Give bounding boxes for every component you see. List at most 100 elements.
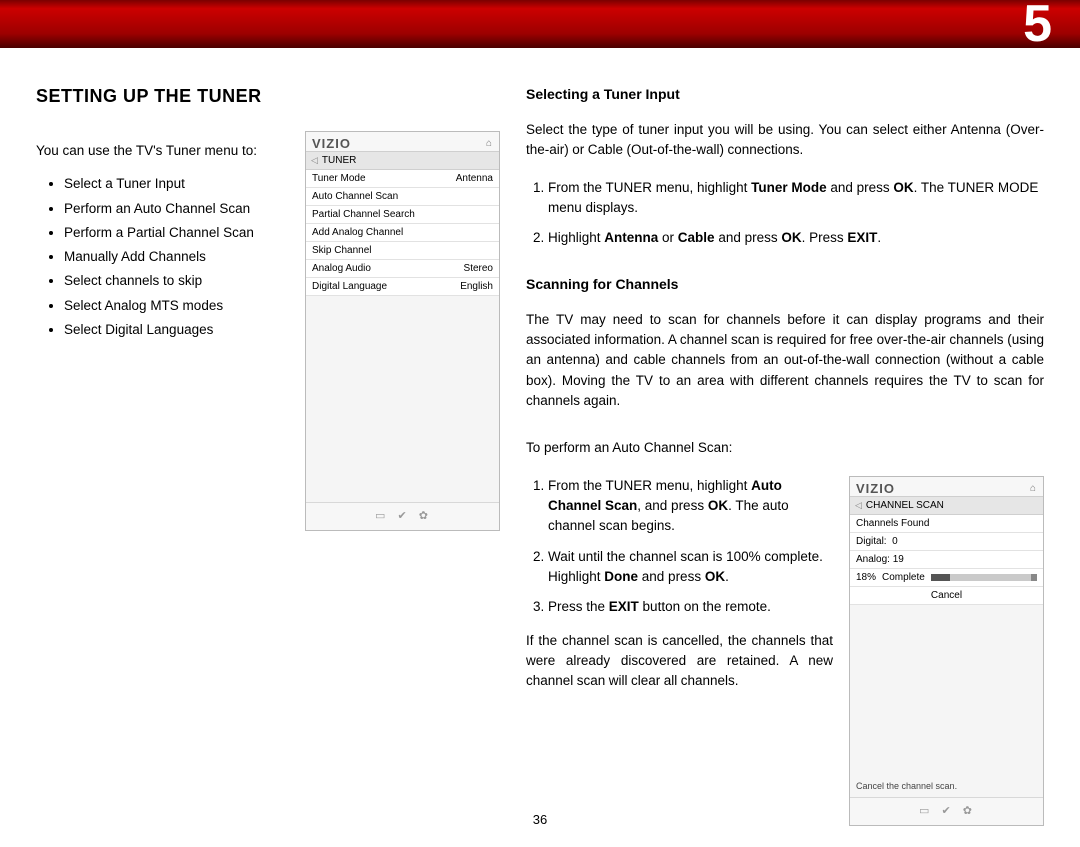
- row-label: Analog: 19: [856, 554, 904, 565]
- left-column: Setting Up the Tuner You can use the TV'…: [36, 78, 526, 798]
- page-body: Setting Up the Tuner You can use the TV'…: [0, 48, 1080, 808]
- crumb-label: TUNER: [322, 155, 356, 166]
- section-title: Setting Up the Tuner: [36, 86, 500, 107]
- row-label: Digital Language: [312, 281, 387, 292]
- text-run: Analog:: [856, 554, 893, 565]
- row-label: Partial Channel Search: [312, 209, 415, 220]
- intro-bullets: Select a Tuner Input Perform an Auto Cha…: [48, 174, 287, 340]
- right-column: Selecting a Tuner Input Select the type …: [526, 78, 1044, 798]
- menu-row[interactable]: Analog Audio Stereo: [306, 260, 499, 278]
- left-content: You can use the TV's Tuner menu to: Sele…: [36, 127, 500, 531]
- back-icon: ◁: [855, 500, 862, 511]
- progress-row: 18% Complete: [850, 569, 1043, 587]
- value-run: 19: [893, 554, 904, 565]
- menu-row[interactable]: Digital Language English: [306, 278, 499, 296]
- bold-run: EXIT: [609, 599, 639, 614]
- row-label: Tuner Mode: [312, 173, 366, 184]
- list-item: Manually Add Channels: [64, 247, 287, 267]
- widget-footer-icons: ▭ ✔ ✿: [306, 502, 499, 530]
- hint-text: Cancel the channel scan.: [850, 775, 1043, 797]
- list-item: Select Analog MTS modes: [64, 296, 287, 316]
- widget-crumb: ◁ TUNER: [306, 151, 499, 170]
- text-run: Highlight: [548, 230, 604, 245]
- back-icon: ◁: [311, 155, 318, 166]
- progress-fill: [931, 574, 950, 581]
- sub1-steps: From the TUNER menu, highlight Tuner Mod…: [532, 178, 1044, 259]
- sub2-para: The TV may need to scan for channels bef…: [526, 310, 1044, 411]
- tuner-menu-widget: VIZIO ⌂ ◁ TUNER Tuner Mode Antenna Auto …: [305, 131, 500, 531]
- list-item: Select Digital Languages: [64, 320, 287, 340]
- cancel-button[interactable]: Cancel: [850, 587, 1043, 605]
- menu-row[interactable]: Tuner Mode Antenna: [306, 170, 499, 188]
- text-run: .: [877, 230, 881, 245]
- menu-row[interactable]: Partial Channel Search: [306, 206, 499, 224]
- home-icon: ⌂: [486, 138, 493, 149]
- intro-sentence: You can use the TV's Tuner menu to:: [36, 141, 287, 161]
- bold-run: OK: [781, 230, 801, 245]
- menu-row[interactable]: Auto Channel Scan: [306, 188, 499, 206]
- bold-run: Tuner Mode: [751, 180, 827, 195]
- row-label: Add Analog Channel: [312, 227, 403, 238]
- percent-label: 18%: [856, 572, 876, 583]
- sub2-title: Scanning for Channels: [526, 276, 1044, 292]
- crumb-label: CHANNEL SCAN: [866, 500, 944, 511]
- value-run: 0: [892, 536, 898, 547]
- bold-run: Cable: [678, 230, 715, 245]
- widget-footer-icons: ▭ ✔ ✿: [850, 797, 1043, 825]
- bold-run: Antenna: [604, 230, 658, 245]
- row-label: Digital: 0: [856, 536, 898, 547]
- text-run: . Press: [802, 230, 848, 245]
- chapter-band: 5: [0, 0, 1080, 48]
- text-run: or: [658, 230, 678, 245]
- widget-header: VIZIO ⌂: [306, 132, 499, 151]
- menu-row[interactable]: Skip Channel: [306, 242, 499, 260]
- menu-row: Analog: 19: [850, 551, 1043, 569]
- sub1-para: Select the type of tuner input you will …: [526, 120, 1044, 161]
- complete-label: Complete: [882, 572, 925, 583]
- sub2-tail: If the channel scan is cancelled, the ch…: [526, 631, 833, 692]
- list-item: Perform an Auto Channel Scan: [64, 199, 287, 219]
- list-item: Select channels to skip: [64, 271, 287, 291]
- list-item: Select a Tuner Input: [64, 174, 287, 194]
- bold-run: OK: [708, 498, 728, 513]
- sub2-lead: To perform an Auto Channel Scan:: [526, 438, 1044, 458]
- intro-block: You can use the TV's Tuner menu to: Sele…: [36, 127, 287, 531]
- text-run: From the TUNER menu, highlight: [548, 478, 751, 493]
- sub2-steps-block: From the TUNER menu, highlight Auto Chan…: [526, 472, 833, 826]
- text-run: button on the remote.: [639, 599, 771, 614]
- row-label: Channels Found: [856, 518, 929, 529]
- row-label: Analog Audio: [312, 263, 371, 274]
- menu-row: Digital: 0: [850, 533, 1043, 551]
- widget-crumb: ◁ CHANNEL SCAN: [850, 496, 1043, 515]
- text-run: and press: [638, 569, 705, 584]
- text-run: .: [725, 569, 729, 584]
- cancel-label: Cancel: [931, 590, 962, 601]
- bold-run: EXIT: [847, 230, 877, 245]
- list-item: Highlight Antenna or Cable and press OK.…: [548, 228, 1044, 248]
- row-value: English: [460, 281, 493, 292]
- scan-directions-wrap: From the TUNER menu, highlight Auto Chan…: [526, 472, 1044, 826]
- list-item: From the TUNER menu, highlight Tuner Mod…: [548, 178, 1044, 219]
- bold-run: OK: [893, 180, 913, 195]
- menu-row: Channels Found: [850, 515, 1043, 533]
- text-run: and press: [715, 230, 782, 245]
- menu-row[interactable]: Add Analog Channel: [306, 224, 499, 242]
- bold-run: Done: [604, 569, 638, 584]
- text-run: Press the: [548, 599, 609, 614]
- list-item: Perform a Partial Channel Scan: [64, 223, 287, 243]
- text-run: and press: [827, 180, 894, 195]
- text-run: , and press: [637, 498, 708, 513]
- row-value: Antenna: [456, 173, 493, 184]
- text-run: From the TUNER menu, highlight: [548, 180, 751, 195]
- sub2-steps: From the TUNER menu, highlight Auto Chan…: [532, 476, 833, 618]
- brand-logo: VIZIO: [856, 481, 895, 496]
- bold-run: OK: [705, 569, 725, 584]
- brand-logo: VIZIO: [312, 136, 351, 151]
- list-item: Press the EXIT button on the remote.: [548, 597, 833, 617]
- sub1-title: Selecting a Tuner Input: [526, 86, 1044, 102]
- home-icon: ⌂: [1030, 483, 1037, 494]
- row-label: Skip Channel: [312, 245, 371, 256]
- list-item: From the TUNER menu, highlight Auto Chan…: [548, 476, 833, 537]
- widget-header: VIZIO ⌂: [850, 477, 1043, 496]
- widget-filler: [850, 605, 1043, 775]
